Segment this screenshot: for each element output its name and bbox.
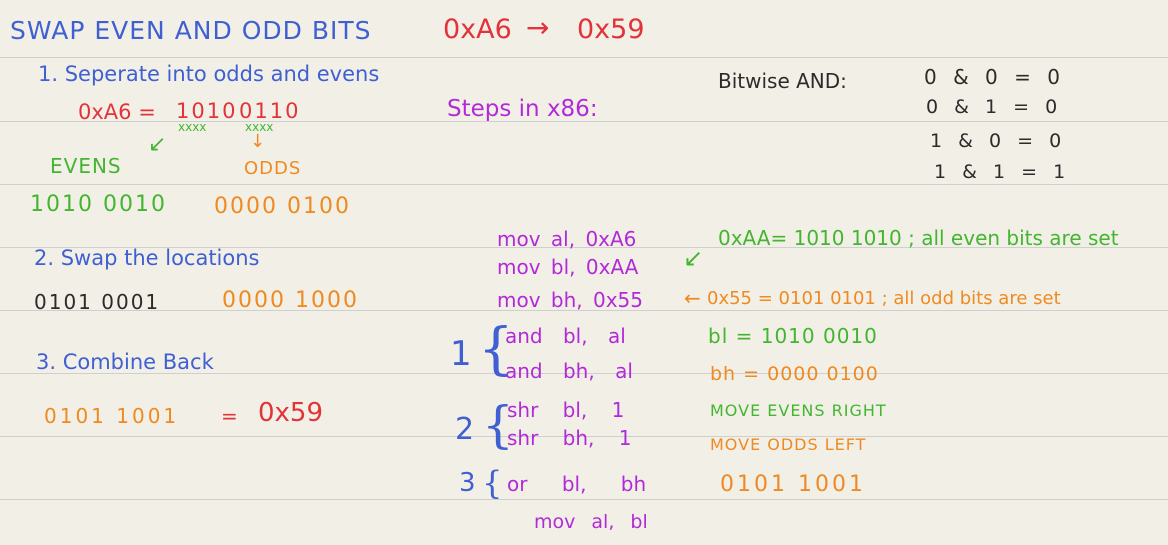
rule-line xyxy=(0,184,1168,185)
x86-shr-bh: shr bh, 1 xyxy=(507,426,632,450)
note-0x55: 0x55 = 0101 0101 ; all odd bits are set xyxy=(707,288,1061,309)
odds-value: 0000 0100 xyxy=(214,194,351,219)
step1-hex-equation: 0xA6 = xyxy=(78,100,156,124)
x86-heading: Steps in x86: xyxy=(447,96,598,122)
truth-table-label: Bitwise AND: xyxy=(718,69,847,93)
left-arrow-icon: ↙ xyxy=(683,244,704,272)
or-result: 0101 1001 xyxy=(720,472,866,497)
step2-evens-value: 0101 0001 xyxy=(34,290,161,314)
step3-result: 0x59 xyxy=(258,398,324,428)
group2-number: 2 xyxy=(455,412,475,447)
step1-binary-low: 0110 xyxy=(239,99,301,123)
step3-combined: 0101 1001 xyxy=(44,404,180,428)
down-arrow-icon: ↓ xyxy=(250,131,266,152)
and-bl-result: bl = 1010 0010 xyxy=(708,324,878,348)
evens-label: EVENS xyxy=(50,154,122,178)
step1-binary-high: 1010 xyxy=(176,99,238,123)
x86-and-bl: and bl, al xyxy=(505,324,626,348)
right-arrow-icon: → xyxy=(526,11,550,44)
x86-mov-bh: mov bh, 0x55 xyxy=(497,288,644,312)
rule-line xyxy=(0,499,1168,500)
truth-table-row: 1 & 1 = 1 xyxy=(934,161,1066,183)
truth-table-row: 0 & 0 = 0 xyxy=(924,65,1060,89)
step1-heading: 1. Seperate into odds and evens xyxy=(38,62,380,86)
x86-and-bh: and bh, al xyxy=(505,359,633,383)
odds-label: ODDS xyxy=(244,158,302,179)
step2-odds-value: 0000 1000 xyxy=(222,288,359,313)
truth-table-row: 0 & 1 = 0 xyxy=(926,96,1058,118)
shr-bl-note: MOVE EVENS RIGHT xyxy=(710,401,887,420)
step2-heading: 2. Swap the locations xyxy=(34,246,260,270)
group1-number: 1 xyxy=(450,334,472,374)
truth-table-row: 1 & 0 = 0 xyxy=(930,130,1062,152)
even-bit-marks: xxxx xyxy=(178,120,207,134)
x86-mov-bl: mov bl, 0xAA xyxy=(497,255,639,279)
notebook-page: SWAP EVEN AND ODD BITS 0xA6 → 0x59 1. Se… xyxy=(0,0,1168,545)
shr-bh-note: MOVE ODDS LEFT xyxy=(710,435,867,454)
group3-number: 3 xyxy=(459,468,476,498)
and-bh-result: bh = 0000 0100 xyxy=(710,363,879,385)
x86-mov-al: mov al, 0xA6 xyxy=(497,227,637,251)
note-0xaa: 0xAA= 1010 1010 ; all even bits are set xyxy=(718,226,1119,250)
title-conversion-from: 0xA6 xyxy=(443,14,512,45)
title-conversion-to: 0x59 xyxy=(577,14,645,45)
step3-equals: = xyxy=(221,404,238,428)
page-title: SWAP EVEN AND ODD BITS xyxy=(10,16,372,45)
evens-value: 1010 0010 xyxy=(30,192,167,217)
x86-shr-bl: shr bl, 1 xyxy=(507,398,625,422)
x86-or-bl: or bl, bh xyxy=(507,472,647,496)
x86-mov-final: mov al, bl xyxy=(534,511,648,533)
step3-heading: 3. Combine Back xyxy=(36,350,214,374)
brace-icon: { xyxy=(482,464,503,502)
down-left-arrow-icon: ↙ xyxy=(148,132,167,157)
rule-line xyxy=(0,57,1168,58)
left-arrow-icon: ← xyxy=(684,286,701,310)
